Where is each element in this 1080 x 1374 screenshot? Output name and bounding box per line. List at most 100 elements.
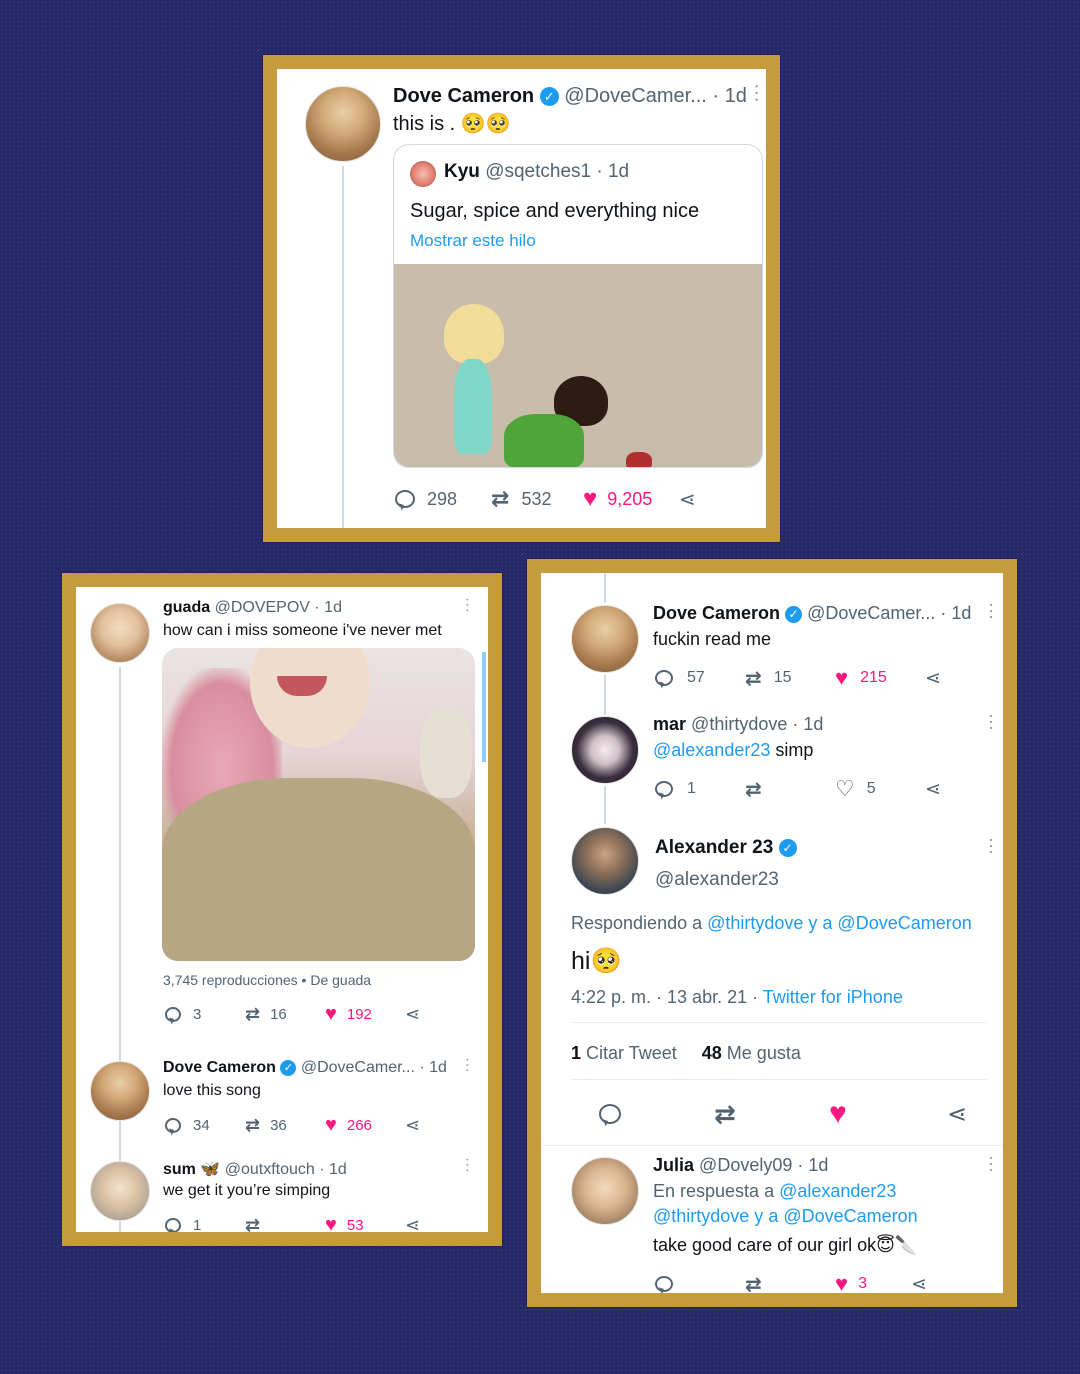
quote-time: · 1d [596,161,630,182]
retweet-button[interactable]: ⇄ 16 [245,1004,325,1025]
author-handle[interactable]: @DoveCamer... [564,85,707,107]
like-button[interactable]: ♥ 266 [325,1114,405,1137]
share-button[interactable]: ⋖ [679,487,696,512]
avatar[interactable] [90,603,150,663]
more-options-icon[interactable]: ··· [981,837,1002,855]
like-button[interactable]: ♥ 9,205 [583,485,679,513]
author-handle[interactable]: @DOVEPOV [215,599,310,616]
share-button[interactable]: ⋖ [405,1115,420,1136]
like-button[interactable]: ♡ 5 [835,776,925,802]
avatar[interactable] [305,86,381,162]
avatar[interactable] [90,1061,150,1121]
retweet-button[interactable]: ⇄ [245,1215,325,1232]
reply-button[interactable]: 298 [395,489,491,510]
reply-button[interactable]: 34 [165,1117,245,1134]
tweet-actions: 34 ⇄ 36 ♥ 266 ⋖ [165,1114,420,1137]
reply-button[interactable] [655,1276,745,1292]
quote-illustration[interactable] [394,264,762,467]
mention-link[interactable]: @alexander23 [653,740,770,760]
author-name[interactable]: Julia [653,1155,694,1175]
reply-button[interactable] [599,1104,714,1124]
more-options-icon[interactable]: ··· [458,1057,476,1073]
video-source[interactable]: • De guada [302,972,372,988]
retweet-button[interactable]: ⇄ [714,1099,829,1130]
like-button[interactable]: ♥ 53 [325,1214,405,1232]
author-handle[interactable]: @alexander23 [655,869,779,891]
panel-1-frame: Dove Cameron ✓ @DoveCamer... · 1d ··· th… [263,55,780,542]
author-name[interactable]: mar [653,714,686,734]
more-options-icon[interactable]: ··· [745,83,766,103]
more-options-icon[interactable]: ··· [981,602,1002,620]
video-info: 3,745 reproducciones • De guada [163,972,371,988]
replying-to-link-line2[interactable]: @thirtydove y a @DoveCameron [653,1206,918,1227]
heart-icon: ♥ [829,1097,847,1130]
reply-button[interactable]: 3 [165,1006,245,1023]
reply-count: 3 [193,1006,202,1023]
share-button[interactable]: ⋖ [405,1004,420,1025]
author-name[interactable]: Dove Cameron [163,1059,276,1076]
replying-to-link[interactable]: @alexander23 [779,1181,896,1201]
retweet-button[interactable]: ⇄ [745,777,835,802]
like-count: 266 [346,1117,372,1134]
tweet-header: Dove Cameron ✓ @DoveCamer... · 1d [163,1059,447,1077]
like-count: 3 [858,1275,867,1292]
tweet-time: · 1d [712,85,747,107]
tweet-time: · 1d [792,714,824,734]
share-button[interactable]: ⋖ [911,1273,927,1294]
reply-count: 34 [193,1117,210,1134]
more-options-icon[interactable]: ··· [458,1157,476,1173]
like-button[interactable]: ♥ 192 [325,1003,405,1026]
like-button[interactable]: ♥ 215 [835,665,925,691]
reply-button[interactable]: 57 [655,669,745,687]
more-options-icon[interactable]: ··· [458,597,476,613]
retweet-button[interactable]: ⇄ [745,1272,835,1294]
retweet-button[interactable]: ⇄ 36 [245,1115,325,1136]
avatar[interactable] [571,827,639,895]
tweet-actions: 1 ⇄ ♡ 5 ⋖ [655,776,941,802]
verified-icon: ✓ [280,1059,297,1076]
replying-to-link[interactable]: @thirtydove y a @DoveCameron [707,913,972,933]
video-player[interactable] [162,648,475,961]
scroll-indicator[interactable] [482,652,486,762]
avatar[interactable] [90,1161,150,1221]
like-button[interactable]: ♥ 3 [835,1271,911,1293]
likes-stat[interactable]: 48 Me gusta [702,1043,801,1063]
like-count: 9,205 [607,488,653,509]
author-name[interactable]: Dove Cameron [393,85,534,107]
author-handle[interactable]: @Dovely09 [699,1155,792,1175]
avatar[interactable] [571,716,639,784]
share-button[interactable]: ⋖ [405,1215,420,1232]
author-handle[interactable]: @DoveCamer... [807,603,935,623]
share-button[interactable]: ⋖ [925,778,941,801]
retweet-icon: ⇄ [245,1115,261,1135]
retweet-button[interactable]: ⇄ 15 [745,666,835,691]
like-button[interactable]: ♥ [829,1097,947,1131]
author-name[interactable]: Dove Cameron [653,603,780,623]
quoted-tweet[interactable]: Kyu @sqetches1 · 1d Sugar, spice and eve… [393,144,763,468]
heart-icon: ♥ [835,665,849,690]
more-options-icon[interactable]: ··· [981,1155,1002,1173]
author-name[interactable]: Alexander 23 [655,837,773,858]
share-button[interactable]: ⋖ [925,667,941,690]
tweet-time: · 1d [419,1059,447,1076]
reply-button[interactable]: 1 [165,1217,245,1232]
tweet-actions: 3 ⇄ 16 ♥ 192 ⋖ [165,1003,420,1026]
share-icon: ⋖ [405,1115,421,1135]
author-name[interactable]: sum 🦋 [163,1161,220,1178]
quote-tweet-stat[interactable]: 1 Citar Tweet [571,1043,677,1063]
retweet-button[interactable]: ⇄ 532 [491,486,583,512]
author-name[interactable]: guada [163,599,210,616]
share-button[interactable]: ⋖ [947,1100,967,1129]
author-handle[interactable]: @DoveCamer... [301,1059,415,1076]
avatar[interactable] [571,1157,639,1225]
client-link[interactable]: Twitter for iPhone [763,987,903,1007]
show-thread-link[interactable]: Mostrar este hilo [410,231,536,251]
reply-button[interactable]: 1 [655,780,745,798]
author-handle[interactable]: @outxftouch [225,1161,315,1178]
reply-icon [165,1118,181,1133]
quote-text: Sugar, spice and everything nice [410,200,700,222]
more-options-icon[interactable]: ··· [981,713,1002,731]
author-handle[interactable]: @thirtydove [691,714,787,734]
avatar[interactable] [571,605,639,673]
retweet-icon: ⇄ [745,778,762,801]
